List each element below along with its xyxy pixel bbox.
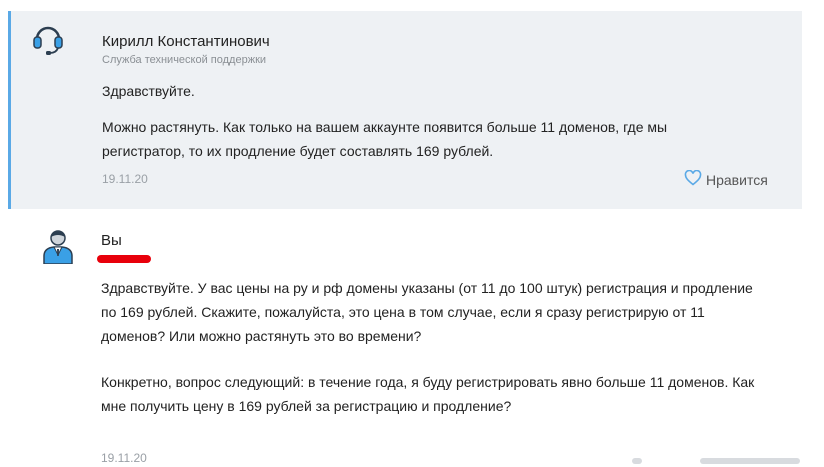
heart-icon xyxy=(684,169,702,189)
faint-artifact xyxy=(632,458,642,464)
user-suit-icon xyxy=(40,228,76,265)
like-button[interactable]: Нравится xyxy=(684,169,768,189)
support-author-role: Служба технической поддержки xyxy=(102,54,267,66)
headset-icon xyxy=(30,20,66,56)
user-message-date: 19.11.20 xyxy=(101,451,147,465)
user-author-name: Вы xyxy=(101,232,122,249)
support-author-name: Кирилл Константинович xyxy=(102,33,270,50)
support-message-date: 19.11.20 xyxy=(102,172,148,186)
user-paragraph-2: Конкретно, вопрос следующий: в течение г… xyxy=(101,374,755,414)
faint-artifact xyxy=(700,458,800,464)
support-greeting: Здравствуйте. xyxy=(102,83,195,99)
like-label: Нравится xyxy=(706,171,768,188)
redaction-bar xyxy=(97,255,151,263)
user-paragraph-1: Здравствуйте. У вас цены на ру и рф доме… xyxy=(101,280,753,344)
support-body: Можно растянуть. Как только на вашем акк… xyxy=(102,119,668,159)
